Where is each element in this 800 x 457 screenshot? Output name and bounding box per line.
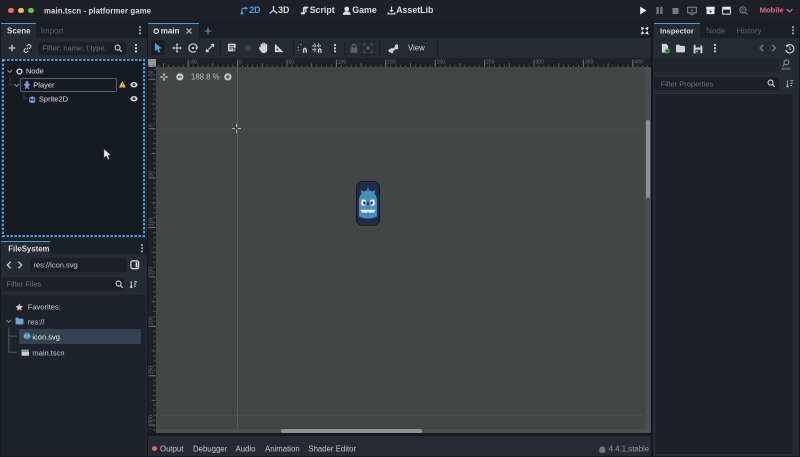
svg-text:300: 300 xyxy=(536,60,545,66)
svg-text:200: 200 xyxy=(149,316,155,325)
svg-text:300: 300 xyxy=(149,415,155,424)
svg-text:50: 50 xyxy=(289,60,295,66)
svg-text:50: 50 xyxy=(149,171,155,177)
svg-text:250: 250 xyxy=(149,366,155,375)
svg-text:100: 100 xyxy=(338,60,347,66)
svg-text:250: 250 xyxy=(486,60,495,66)
svg-text:150: 150 xyxy=(149,267,155,276)
svg-text:0: 0 xyxy=(239,60,242,66)
svg-text:-50: -50 xyxy=(149,70,155,77)
svg-text:100: 100 xyxy=(149,217,155,226)
svg-text:0: 0 xyxy=(149,124,155,127)
svg-text:150: 150 xyxy=(387,60,396,66)
svg-text:DOC: DOC xyxy=(782,66,791,71)
svg-text:200: 200 xyxy=(437,60,446,66)
svg-text:350: 350 xyxy=(585,60,594,66)
svg-text:-50: -50 xyxy=(190,60,197,66)
svg-text:400: 400 xyxy=(634,60,643,66)
